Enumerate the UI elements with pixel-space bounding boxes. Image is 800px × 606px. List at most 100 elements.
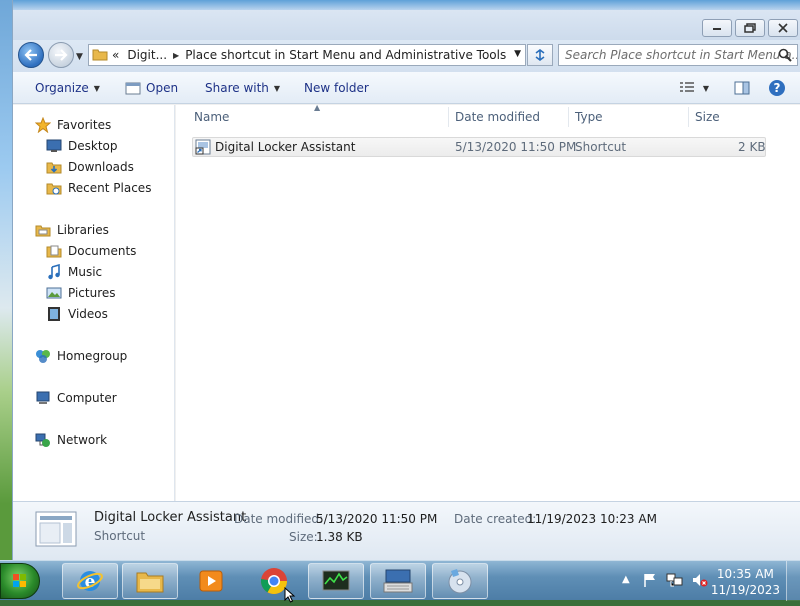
nav-label: Libraries: [57, 222, 109, 237]
help-button[interactable]: ?: [765, 78, 789, 98]
breadcrumb-chevron-icon[interactable]: ▶: [171, 51, 181, 60]
column-header-type[interactable]: Type: [575, 105, 603, 129]
taskbar-media-player[interactable]: [183, 563, 239, 599]
details-size: 1.38 KB: [316, 530, 363, 544]
minimize-button[interactable]: [702, 19, 732, 37]
help-icon: ?: [769, 80, 785, 96]
change-view-button[interactable]: [675, 78, 699, 98]
address-dropdown-icon[interactable]: ▼: [514, 49, 521, 59]
preview-pane-icon: [734, 81, 750, 95]
nav-computer[interactable]: Computer: [35, 387, 117, 408]
details-date-modified: 5/13/2020 11:50 PM: [316, 512, 438, 526]
recent-places-icon: [46, 180, 62, 196]
file-list-pane: ▲ Name Date modified Type Size Digital L…: [176, 103, 800, 501]
search-icon[interactable]: [778, 48, 792, 65]
taskbar-task-manager[interactable]: [308, 563, 364, 599]
view-options-dropdown[interactable]: ▼: [699, 78, 713, 98]
chevron-down-icon: ▼: [93, 83, 100, 93]
nav-label: Desktop: [68, 138, 118, 153]
recent-pages-dropdown[interactable]: ▼: [76, 52, 83, 62]
nav-label: Music: [68, 264, 103, 279]
file-type: Shortcut: [575, 140, 627, 154]
organize-button[interactable]: Organize ▼: [35, 72, 100, 104]
chevron-down-icon: ▼: [273, 83, 281, 93]
new-folder-button[interactable]: New folder: [304, 72, 369, 104]
nav-label: Pictures: [68, 285, 116, 300]
forward-button[interactable]: [48, 42, 74, 68]
restore-icon: [744, 23, 756, 33]
breadcrumb-prefix[interactable]: «: [108, 48, 123, 62]
column-header-date-modified[interactable]: Date modified: [455, 105, 540, 129]
documents-icon: [46, 243, 62, 259]
file-size: 2 KB: [738, 140, 766, 154]
mouse-cursor-icon: [284, 586, 296, 606]
details-date-created: 11/19/2023 10:23 AM: [527, 512, 657, 526]
close-button[interactable]: [768, 19, 798, 37]
show-desktop-button[interactable]: [786, 561, 800, 601]
back-button[interactable]: [18, 42, 44, 68]
taskbar-keyboard-app[interactable]: [370, 563, 426, 599]
search-input[interactable]: Search Place shortcut in Start Menu a...: [558, 44, 798, 66]
breadcrumb-item[interactable]: Digit...: [123, 48, 171, 62]
navigation-pane: Favorites Desktop Downloads Recent Place…: [13, 105, 175, 501]
column-header-size[interactable]: Size: [695, 105, 720, 129]
chevron-down-icon: ▼: [702, 83, 710, 93]
refresh-button[interactable]: [527, 44, 553, 66]
open-window-icon: [125, 82, 141, 94]
start-button[interactable]: [0, 563, 40, 599]
preview-pane-button[interactable]: [730, 78, 754, 98]
nav-videos[interactable]: Videos: [46, 303, 108, 324]
taskbar-windows-explorer[interactable]: [122, 563, 178, 599]
nav-documents[interactable]: Documents: [46, 240, 136, 261]
breadcrumb-item[interactable]: Place shortcut in Start Menu and Adminis…: [181, 48, 510, 62]
network-tray-icon[interactable]: [666, 572, 684, 591]
folder-icon: [89, 47, 108, 64]
shortcut-icon: [195, 139, 211, 158]
sort-indicator-icon: ▲: [314, 103, 321, 112]
nav-label: Favorites: [57, 117, 112, 132]
nav-recent-places[interactable]: Recent Places: [46, 177, 151, 198]
system-clock[interactable]: 10:35 AM 11/19/2023: [711, 566, 780, 598]
nav-downloads[interactable]: Downloads: [46, 156, 134, 177]
star-icon: [34, 116, 52, 133]
details-pane: Digital Locker Assistant Shortcut Date m…: [13, 501, 800, 560]
minimize-icon: [713, 28, 721, 30]
disc-burner-icon: [448, 569, 472, 594]
windows-explorer-icon: [136, 572, 164, 593]
restore-button[interactable]: [735, 19, 765, 37]
windows-logo-icon: [13, 574, 26, 587]
details-date-created-label: Date created:: [454, 512, 537, 526]
file-row[interactable]: Digital Locker Assistant 5/13/2020 11:50…: [192, 137, 766, 157]
nav-network[interactable]: Network: [35, 429, 107, 450]
nav-pictures[interactable]: Pictures: [46, 282, 116, 303]
open-label: Open: [146, 81, 179, 95]
taskbar-disc-burner[interactable]: [432, 563, 488, 599]
column-divider[interactable]: [448, 107, 449, 127]
svg-text:?: ?: [774, 81, 781, 95]
media-player-icon: [199, 570, 223, 592]
details-file-name: Digital Locker Assistant: [94, 510, 247, 525]
nav-label: Network: [57, 432, 108, 447]
column-header-name[interactable]: Name: [194, 105, 229, 129]
details-file-kind: Shortcut: [94, 529, 146, 543]
nav-libraries[interactable]: Libraries: [35, 219, 109, 240]
taskbar-internet-explorer[interactable]: e: [62, 563, 118, 599]
desktop-icon: [46, 138, 62, 154]
share-with-button[interactable]: Share with ▼: [205, 72, 280, 104]
nav-favorites[interactable]: Favorites: [34, 114, 112, 135]
close-icon: [778, 23, 788, 33]
nav-desktop[interactable]: Desktop: [46, 135, 118, 156]
open-button[interactable]: Open: [125, 72, 178, 104]
action-center-flag-icon[interactable]: [642, 572, 658, 591]
nav-music[interactable]: Music: [46, 261, 102, 282]
view-list-icon: [680, 82, 694, 92]
column-divider[interactable]: [688, 107, 689, 127]
column-divider[interactable]: [568, 107, 569, 127]
show-hidden-icons-button[interactable]: ▲: [622, 574, 630, 585]
nav-label: Homegroup: [57, 348, 128, 363]
volume-muted-icon[interactable]: [691, 572, 709, 591]
address-bar[interactable]: « Digit... ▶ Place shortcut in Start Men…: [88, 44, 526, 66]
nav-homegroup[interactable]: Homegroup: [35, 345, 127, 366]
homegroup-icon: [35, 348, 51, 364]
search-placeholder: Search Place shortcut in Start Menu a...: [565, 48, 798, 62]
